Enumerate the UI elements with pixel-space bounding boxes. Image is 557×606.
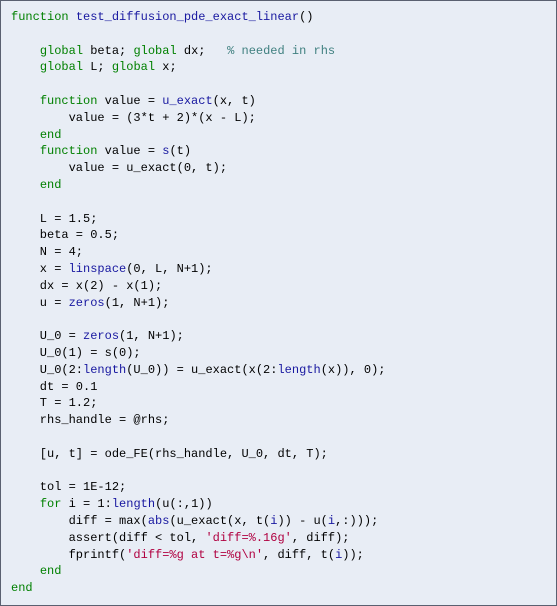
code-text: i = 1: bbox=[61, 497, 111, 511]
code-text: U_0 = bbox=[11, 329, 83, 343]
code-block: function test_diffusion_pde_exact_linear… bbox=[0, 0, 557, 606]
code-text: L; bbox=[83, 60, 112, 74]
builtin-length: length bbox=[83, 363, 126, 377]
code-text: x; bbox=[155, 60, 177, 74]
keyword-function: function bbox=[11, 10, 69, 24]
code-text: beta; bbox=[83, 44, 133, 58]
function-name: test_diffusion_pde_exact_linear bbox=[76, 10, 299, 24]
builtin-length: length bbox=[112, 497, 155, 511]
string-literal: 'diff=%g at t=%g\n' bbox=[126, 548, 263, 562]
code-text: )); bbox=[342, 548, 364, 562]
code-line: T = 1.2; bbox=[11, 396, 97, 410]
code-text: u = bbox=[11, 296, 69, 310]
code-text: x = bbox=[11, 262, 69, 276]
code-indent bbox=[11, 60, 40, 74]
builtin-length: length bbox=[277, 363, 320, 377]
keyword-end: end bbox=[40, 564, 62, 578]
code-text: value = bbox=[97, 144, 162, 158]
code-text: (U_0)) = u_exact(x(2: bbox=[126, 363, 277, 377]
keyword-function: function bbox=[40, 144, 98, 158]
code-text: (1, N+1); bbox=[105, 296, 170, 310]
code-text: (0, L, N+1); bbox=[126, 262, 212, 276]
code-text: assert(diff < tol, bbox=[11, 531, 205, 545]
code-indent bbox=[11, 144, 40, 158]
builtin-zeros: zeros bbox=[69, 296, 105, 310]
code-text: dx; bbox=[177, 44, 227, 58]
comment: % needed in rhs bbox=[227, 44, 335, 58]
code-line: value = u_exact(0, t); bbox=[11, 161, 227, 175]
code-text: () bbox=[299, 10, 313, 24]
code-line: dt = 0.1 bbox=[11, 380, 97, 394]
code-line: value = (3*t + 2)*(x - L); bbox=[11, 111, 256, 125]
keyword-global: global bbox=[40, 60, 83, 74]
builtin-linspace: linspace bbox=[69, 262, 127, 276]
code-indent bbox=[11, 94, 40, 108]
code-text: , diff, t( bbox=[263, 548, 335, 562]
string-literal: 'diff=%.16g' bbox=[205, 531, 291, 545]
code-text: U_0(2: bbox=[11, 363, 83, 377]
code-line: beta = 0.5; bbox=[11, 228, 119, 242]
code-line: [u, t] = ode_FE(rhs_handle, U_0, dt, T); bbox=[11, 447, 328, 461]
code-text: , diff); bbox=[292, 531, 350, 545]
code-text: (x, t) bbox=[213, 94, 256, 108]
code-indent bbox=[11, 44, 40, 58]
code-indent bbox=[11, 128, 40, 142]
keyword-for: for bbox=[40, 497, 62, 511]
keyword-end: end bbox=[40, 178, 62, 192]
code-text: (u_exact(x, t( bbox=[169, 514, 270, 528]
code-text: (x)), 0); bbox=[321, 363, 386, 377]
keyword-global: global bbox=[40, 44, 83, 58]
code-indent bbox=[11, 497, 40, 511]
code-text: value = bbox=[97, 94, 162, 108]
code-line: rhs_handle = @rhs; bbox=[11, 413, 169, 427]
code-text: (u(:,1)) bbox=[155, 497, 213, 511]
code-indent bbox=[11, 564, 40, 578]
code-indent bbox=[11, 178, 40, 192]
code-line: L = 1.5; bbox=[11, 212, 97, 226]
keyword-end: end bbox=[11, 581, 33, 595]
code-text: (t) bbox=[169, 144, 191, 158]
var-i: i bbox=[328, 514, 335, 528]
keyword-global: global bbox=[133, 44, 176, 58]
code-line: N = 4; bbox=[11, 245, 83, 259]
keyword-end: end bbox=[40, 128, 62, 142]
code-line: U_0(1) = s(0); bbox=[11, 346, 141, 360]
builtin-abs: abs bbox=[148, 514, 170, 528]
code-text: ,:))); bbox=[335, 514, 378, 528]
keyword-function: function bbox=[40, 94, 98, 108]
code-line: dx = x(2) - x(1); bbox=[11, 279, 162, 293]
code-line: tol = 1E-12; bbox=[11, 480, 126, 494]
code-text: )) - u( bbox=[277, 514, 327, 528]
code-text: diff = max( bbox=[11, 514, 148, 528]
builtin-zeros: zeros bbox=[83, 329, 119, 343]
keyword-global: global bbox=[112, 60, 155, 74]
code-text: (1, N+1); bbox=[119, 329, 184, 343]
function-name: u_exact bbox=[162, 94, 212, 108]
code-text: fprintf( bbox=[11, 548, 126, 562]
